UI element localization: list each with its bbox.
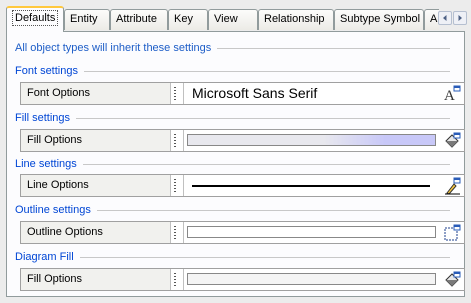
tab-overflow[interactable]: A — [424, 9, 439, 30]
tab-relationship[interactable]: Relationship — [258, 9, 334, 30]
tab-bar: Defaults Entity Attribute Key View Relat… — [0, 0, 471, 32]
defaults-panel: All object types will inherit these sett… — [6, 31, 465, 297]
line-settings-title: Line settings — [15, 158, 77, 170]
diagram-fill-options-value[interactable] — [187, 269, 440, 290]
tab-key-label: Key — [174, 13, 193, 25]
chevron-right-icon — [458, 15, 462, 21]
font-picker-icon: A — [444, 85, 461, 104]
tab-attribute-label: Attribute — [116, 13, 157, 25]
divider — [79, 256, 450, 258]
inherit-notice-text: All object types will inherit these sett… — [15, 42, 212, 54]
fill-bucket-icon — [445, 271, 461, 287]
font-options-label: Font Options — [21, 83, 171, 104]
line-settings-header: Line settings — [15, 157, 458, 171]
divider — [217, 47, 450, 49]
divider — [82, 163, 450, 165]
font-settings-title: Font settings — [15, 65, 78, 77]
outline-icon — [444, 224, 461, 241]
column-separator — [183, 83, 184, 104]
inherit-notice: All object types will inherit these sett… — [15, 41, 458, 55]
tab-scroll-right-button[interactable] — [453, 11, 467, 25]
font-settings-header: Font settings — [15, 64, 458, 78]
diagram-fill-picker-button[interactable] — [443, 270, 462, 289]
line-style-sample — [192, 185, 430, 187]
column-resize-grip[interactable] — [174, 226, 176, 239]
fill-options-row[interactable]: Fill Options — [20, 129, 465, 152]
font-options-row[interactable]: Font Options Microsoft Sans Serif A — [20, 82, 465, 105]
line-options-label: Line Options — [21, 175, 171, 196]
divider — [83, 70, 450, 72]
tab-subtype-symbol-label: Subtype Symbol — [340, 13, 421, 25]
diagram-fill-swatch — [187, 273, 436, 285]
column-resize-grip[interactable] — [174, 273, 176, 286]
tab-view[interactable]: View — [208, 9, 258, 30]
outline-settings-title: Outline settings — [15, 204, 91, 216]
tab-defaults-label: Defaults — [12, 10, 59, 26]
tab-key[interactable]: Key — [168, 9, 208, 30]
tab-view-label: View — [214, 13, 238, 25]
fill-picker-button[interactable] — [443, 131, 462, 150]
outline-picker-button[interactable] — [443, 223, 462, 242]
diagram-fill-options-row[interactable]: Fill Options — [20, 268, 465, 291]
diagram-fill-header: Diagram Fill — [15, 250, 458, 264]
fill-options-label: Fill Options — [21, 130, 171, 151]
outline-options-value[interactable] — [187, 222, 440, 243]
tab-attribute[interactable]: Attribute — [110, 9, 168, 30]
column-separator — [183, 222, 184, 243]
tab-defaults[interactable]: Defaults — [6, 6, 64, 32]
column-separator — [183, 175, 184, 196]
outline-sample — [187, 226, 436, 238]
column-separator — [183, 269, 184, 290]
tab-entity-label: Entity — [70, 13, 98, 25]
diagram-fill-title: Diagram Fill — [15, 251, 74, 263]
column-resize-grip[interactable] — [174, 179, 176, 192]
line-options-value[interactable] — [187, 175, 440, 196]
outline-settings-header: Outline settings — [15, 203, 458, 217]
column-resize-grip[interactable] — [174, 134, 176, 147]
chevron-left-icon — [443, 15, 447, 21]
tab-overflow-label: A — [430, 13, 438, 25]
outline-options-row[interactable]: Outline Options — [20, 221, 465, 244]
fill-color-swatch — [187, 134, 436, 146]
line-options-row[interactable]: Line Options — [20, 174, 465, 197]
diagram-fill-options-label: Fill Options — [21, 269, 171, 290]
column-resize-grip[interactable] — [174, 87, 176, 100]
fill-settings-title: Fill settings — [15, 112, 71, 124]
pen-icon — [445, 177, 461, 195]
fill-bucket-icon — [445, 132, 461, 148]
fill-settings-header: Fill settings — [15, 111, 458, 125]
column-separator — [183, 130, 184, 151]
font-options-value[interactable]: Microsoft Sans Serif — [187, 83, 440, 104]
tab-relationship-label: Relationship — [264, 13, 325, 25]
divider — [96, 209, 450, 211]
font-picker-button[interactable]: A — [443, 84, 462, 104]
divider — [76, 117, 450, 119]
line-picker-button[interactable] — [443, 176, 462, 195]
fill-options-value[interactable] — [187, 130, 440, 151]
tab-entity[interactable]: Entity — [64, 9, 110, 30]
outline-options-label: Outline Options — [21, 222, 171, 243]
svg-text:A: A — [444, 88, 455, 103]
tab-subtype-symbol[interactable]: Subtype Symbol — [334, 9, 424, 30]
tab-scroll-left-button[interactable] — [438, 11, 452, 25]
